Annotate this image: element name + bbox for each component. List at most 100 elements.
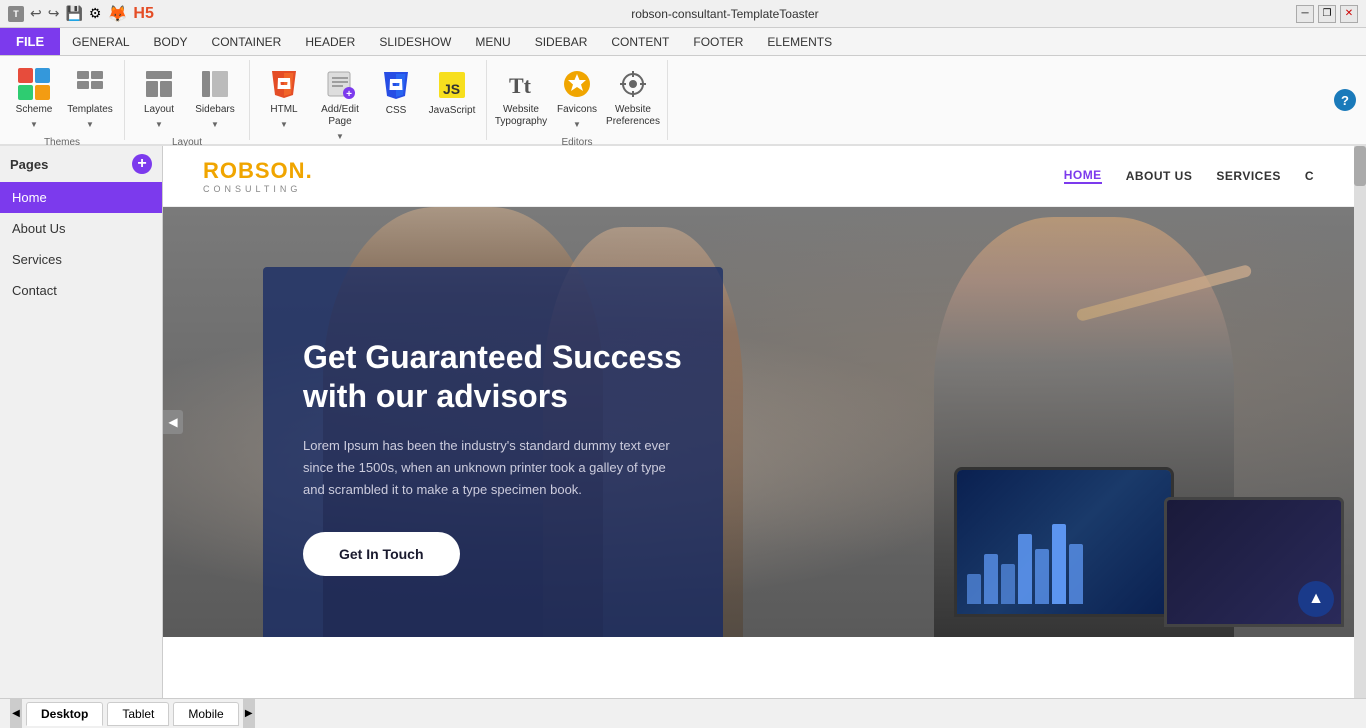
tab-desktop[interactable]: Desktop <box>26 702 103 726</box>
hero-cta-button[interactable]: Get In Touch <box>303 532 460 576</box>
left-sidebar: Pages + Home About Us Services Contact <box>0 146 163 698</box>
logo-dot: . <box>306 158 313 183</box>
website-preferences-button[interactable]: Website Preferences <box>607 64 659 132</box>
menu-menu[interactable]: MENU <box>463 28 522 55</box>
hero-section: Get Guaranteed Success with our advisors… <box>163 207 1354 637</box>
logo-text: ROBSON <box>203 158 306 183</box>
javascript-button[interactable]: JS JavaScript <box>426 64 478 122</box>
menu-general[interactable]: GENERAL <box>60 28 141 55</box>
html5-icon[interactable]: H5 <box>133 5 153 23</box>
svg-text:Tt: Tt <box>509 73 532 98</box>
ribbon-cms-items: HTML ▼ + Add/Edit Page ▼ <box>258 64 478 145</box>
tab-mobile[interactable]: Mobile <box>173 702 238 726</box>
site-nav-links: HOME ABOUT US SERVICES C <box>1064 168 1314 184</box>
sidebar-toggle-button[interactable]: ◀ <box>163 410 183 434</box>
window-title: robson-consultant-TemplateToaster <box>154 7 1296 21</box>
title-bar: T ↩ ↪ 💾 ⚙ 🦊 H5 robson-consultant-Templat… <box>0 0 1366 28</box>
menu-elements[interactable]: ELEMENTS <box>755 28 844 55</box>
menu-sidebar[interactable]: SIDEBAR <box>523 28 600 55</box>
scroll-to-top-button[interactable]: ▲ <box>1298 581 1334 617</box>
css-label: CSS <box>386 105 407 117</box>
pages-title: Pages <box>10 157 48 172</box>
typography-label: Website Typography <box>495 104 547 128</box>
vertical-scrollbar[interactable] <box>1354 146 1366 698</box>
title-bar-left: T ↩ ↪ 💾 ⚙ 🦊 H5 <box>8 4 154 24</box>
ribbon-group-themes: Scheme ▼ Templates ▼ Themes <box>0 60 125 140</box>
ribbon-group-cms: HTML ▼ + Add/Edit Page ▼ <box>250 60 487 140</box>
website-preview: ROBSON. CONSULTING HOME ABOUT US SERVICE… <box>163 146 1354 698</box>
javascript-icon: JS <box>436 69 468 101</box>
ribbon-group-layout: Layout ▼ Sidebars ▼ Layout <box>125 60 250 140</box>
canvas-area: ROBSON. CONSULTING HOME ABOUT US SERVICE… <box>163 146 1366 698</box>
layout-icon <box>143 68 175 100</box>
bottom-bar: ◀ Desktop Tablet Mobile ▶ <box>0 698 1366 728</box>
ribbon-editors-items: Tt Website Typography Favicons ▼ <box>495 64 659 133</box>
sidebars-icon <box>199 68 231 100</box>
favicons-button[interactable]: Favicons ▼ <box>551 64 603 133</box>
css-icon <box>380 69 412 101</box>
undo-icon[interactable]: ↩ <box>30 5 42 22</box>
site-navigation: ROBSON. CONSULTING HOME ABOUT US SERVICE… <box>163 146 1354 207</box>
minimize-button[interactable]: ─ <box>1296 5 1314 23</box>
menu-bar: FILE GENERAL BODY CONTAINER HEADER SLIDE… <box>0 28 1366 56</box>
hero-devices <box>834 447 1354 637</box>
nav-link-home[interactable]: HOME <box>1064 168 1102 184</box>
css-button[interactable]: CSS <box>370 64 422 122</box>
firefox-icon[interactable]: 🦊 <box>107 4 127 24</box>
preferences-icon <box>617 68 649 100</box>
menu-footer[interactable]: FOOTER <box>681 28 755 55</box>
menu-header[interactable]: HEADER <box>293 28 367 55</box>
page-item-home[interactable]: Home <box>0 182 162 213</box>
menu-container[interactable]: CONTAINER <box>200 28 294 55</box>
html-button[interactable]: HTML ▼ <box>258 64 310 133</box>
site-logo: ROBSON. CONSULTING <box>203 158 313 194</box>
favicons-icon <box>561 68 593 100</box>
settings-icon[interactable]: ⚙ <box>89 5 102 22</box>
ribbon-layout-items: Layout ▼ Sidebars ▼ <box>133 64 241 133</box>
nav-link-services[interactable]: SERVICES <box>1216 169 1280 183</box>
menu-slideshow[interactable]: SLIDESHOW <box>367 28 463 55</box>
scroll-right-arrow[interactable]: ▶ <box>243 699 255 728</box>
ribbon-group-editors: Tt Website Typography Favicons ▼ <box>487 60 668 140</box>
menu-content[interactable]: CONTENT <box>599 28 681 55</box>
javascript-label: JavaScript <box>429 105 476 117</box>
page-item-about[interactable]: About Us <box>0 213 162 244</box>
ribbon-help: ? <box>1324 60 1366 140</box>
logo-sub: CONSULTING <box>203 184 313 194</box>
tab-tablet[interactable]: Tablet <box>107 702 169 726</box>
templates-label: Templates <box>67 104 113 116</box>
pages-header: Pages + <box>0 146 162 182</box>
addedit-icon: + <box>324 68 356 100</box>
menu-body[interactable]: BODY <box>142 28 200 55</box>
help-button[interactable]: ? <box>1334 89 1356 111</box>
templates-icon <box>74 68 106 100</box>
ribbon: Scheme ▼ Templates ▼ Themes <box>0 56 1366 146</box>
save-icon[interactable]: 💾 <box>65 5 82 22</box>
page-item-services[interactable]: Services <box>0 244 162 275</box>
website-typography-button[interactable]: Tt Website Typography <box>495 64 547 132</box>
add-page-button[interactable]: + <box>132 154 152 174</box>
window-controls[interactable]: ─ ❐ ✕ <box>1296 5 1358 23</box>
addedit-button[interactable]: + Add/Edit Page ▼ <box>314 64 366 145</box>
close-button[interactable]: ✕ <box>1340 5 1358 23</box>
addedit-label: Add/Edit Page <box>316 104 364 128</box>
sidebars-label: Sidebars <box>195 104 234 116</box>
scheme-label: Scheme <box>16 104 53 116</box>
nav-link-about[interactable]: ABOUT US <box>1126 169 1193 183</box>
templates-button[interactable]: Templates ▼ <box>64 64 116 133</box>
layout-label: Layout <box>144 104 174 116</box>
scheme-button[interactable]: Scheme ▼ <box>8 64 60 133</box>
scroll-left-arrow[interactable]: ◀ <box>10 699 22 728</box>
svg-text:+: + <box>346 89 352 99</box>
nav-link-more[interactable]: C <box>1305 169 1314 183</box>
favicons-label: Favicons <box>557 104 597 116</box>
menu-file[interactable]: FILE <box>0 28 60 55</box>
redo-icon[interactable]: ↪ <box>48 5 60 22</box>
sidebars-button[interactable]: Sidebars ▼ <box>189 64 241 133</box>
preferences-label: Website Preferences <box>606 104 660 128</box>
page-item-contact[interactable]: Contact <box>0 275 162 306</box>
layout-button[interactable]: Layout ▼ <box>133 64 185 133</box>
restore-button[interactable]: ❐ <box>1318 5 1336 23</box>
vertical-scrollbar-thumb[interactable] <box>1354 146 1366 186</box>
html-label: HTML <box>270 104 297 116</box>
